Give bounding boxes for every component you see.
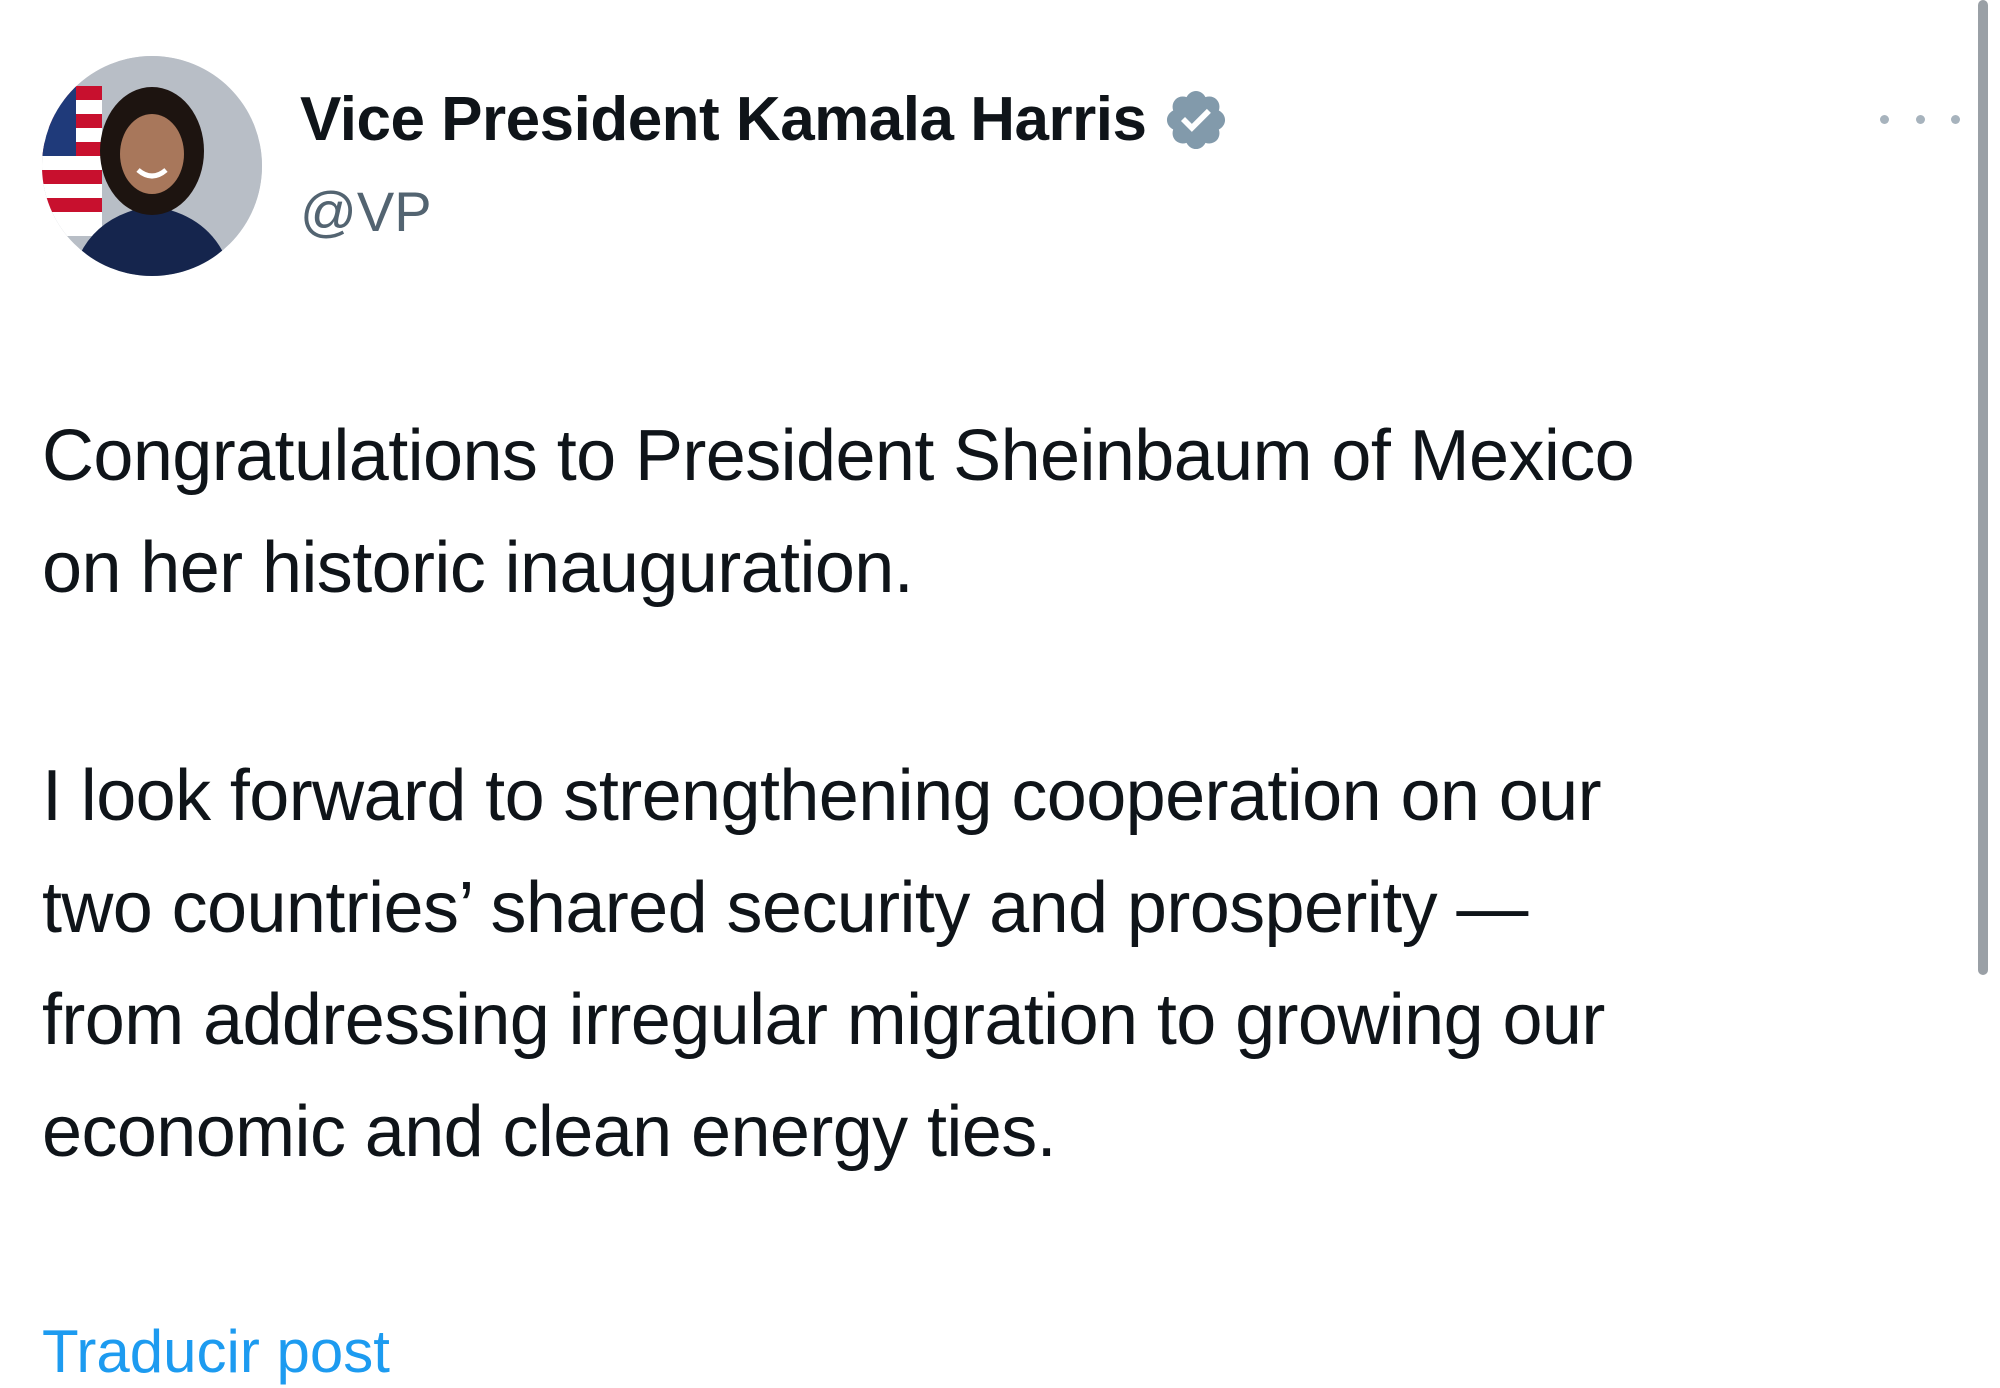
post-card: Vice President Kamala Harris @VP Congrat…	[0, 0, 2000, 1388]
author-name-row: Vice President Kamala Harris	[300, 84, 1230, 156]
author-name[interactable]: Vice President Kamala Harris	[300, 84, 1147, 156]
verified-badge-icon[interactable]	[1162, 86, 1230, 154]
more-dot	[1951, 114, 1960, 124]
scrollbar[interactable]	[1978, 0, 1988, 975]
avatar-photo	[42, 56, 262, 276]
translate-post-link[interactable]: Traducir post	[42, 1316, 390, 1388]
flag-icon	[42, 86, 102, 236]
more-dot	[1880, 114, 1889, 124]
post-text-paragraph: I look forward to strengthening cooperat…	[42, 756, 1605, 1172]
author-handle[interactable]: @VP	[300, 180, 432, 244]
post-text-paragraph: Congratulations to President Sheinbaum o…	[42, 416, 1635, 608]
more-dot	[1915, 114, 1925, 124]
avatar[interactable]	[42, 56, 262, 276]
more-options-icon[interactable]	[1880, 104, 1960, 134]
